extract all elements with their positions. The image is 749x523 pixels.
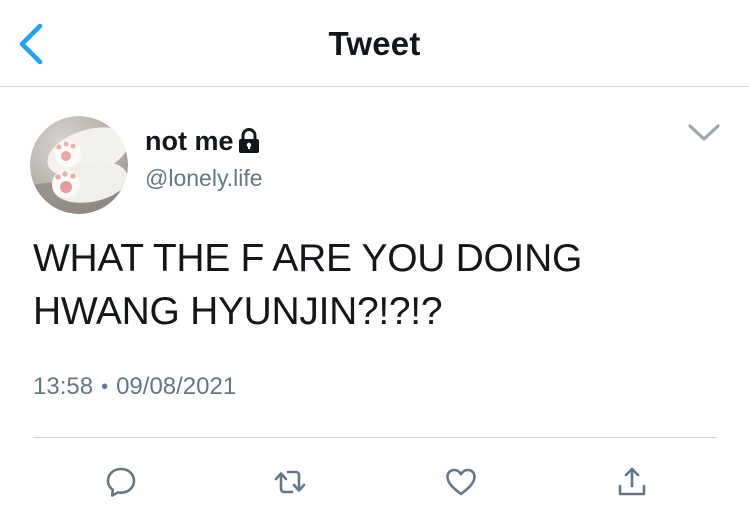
tweet-menu-button[interactable] xyxy=(684,118,724,148)
tweet-timestamp: 13:58 • 09/08/2021 xyxy=(33,373,236,401)
heart-icon xyxy=(446,468,476,496)
tweet-text: WHAT THE F ARE YOU DOING HWANG HYUNJIN?!… xyxy=(33,232,723,338)
divider xyxy=(33,437,717,438)
navigation-bar: Tweet xyxy=(0,0,749,87)
author-handle[interactable]: @lonely.life xyxy=(145,165,263,192)
retweet-button[interactable] xyxy=(270,462,310,502)
tweet-text-line: WHAT THE F ARE YOU DOING xyxy=(33,237,582,280)
tweet-detail-screen: Tweet not me @lonely.life WHAT THE F ARE… xyxy=(0,0,749,523)
tweet-time: 13:58 xyxy=(33,373,94,400)
display-name: not me xyxy=(145,125,234,156)
chevron-down-icon xyxy=(688,124,720,141)
page-title: Tweet xyxy=(328,25,421,62)
author-name-row[interactable]: not me xyxy=(145,124,262,158)
like-button[interactable] xyxy=(441,462,481,502)
lock-icon xyxy=(238,128,259,153)
tweet-text-line: HWANG HYUNJIN?!?!? xyxy=(33,290,443,333)
reply-button[interactable] xyxy=(101,462,141,502)
tweet-date: 09/08/2021 xyxy=(116,373,237,400)
retweet-icon xyxy=(274,470,306,494)
reply-icon xyxy=(106,467,136,497)
avatar[interactable] xyxy=(30,116,128,214)
separator-dot: • xyxy=(101,375,109,398)
share-button[interactable] xyxy=(612,462,652,502)
avatar-image xyxy=(30,116,128,214)
share-icon xyxy=(618,467,646,496)
